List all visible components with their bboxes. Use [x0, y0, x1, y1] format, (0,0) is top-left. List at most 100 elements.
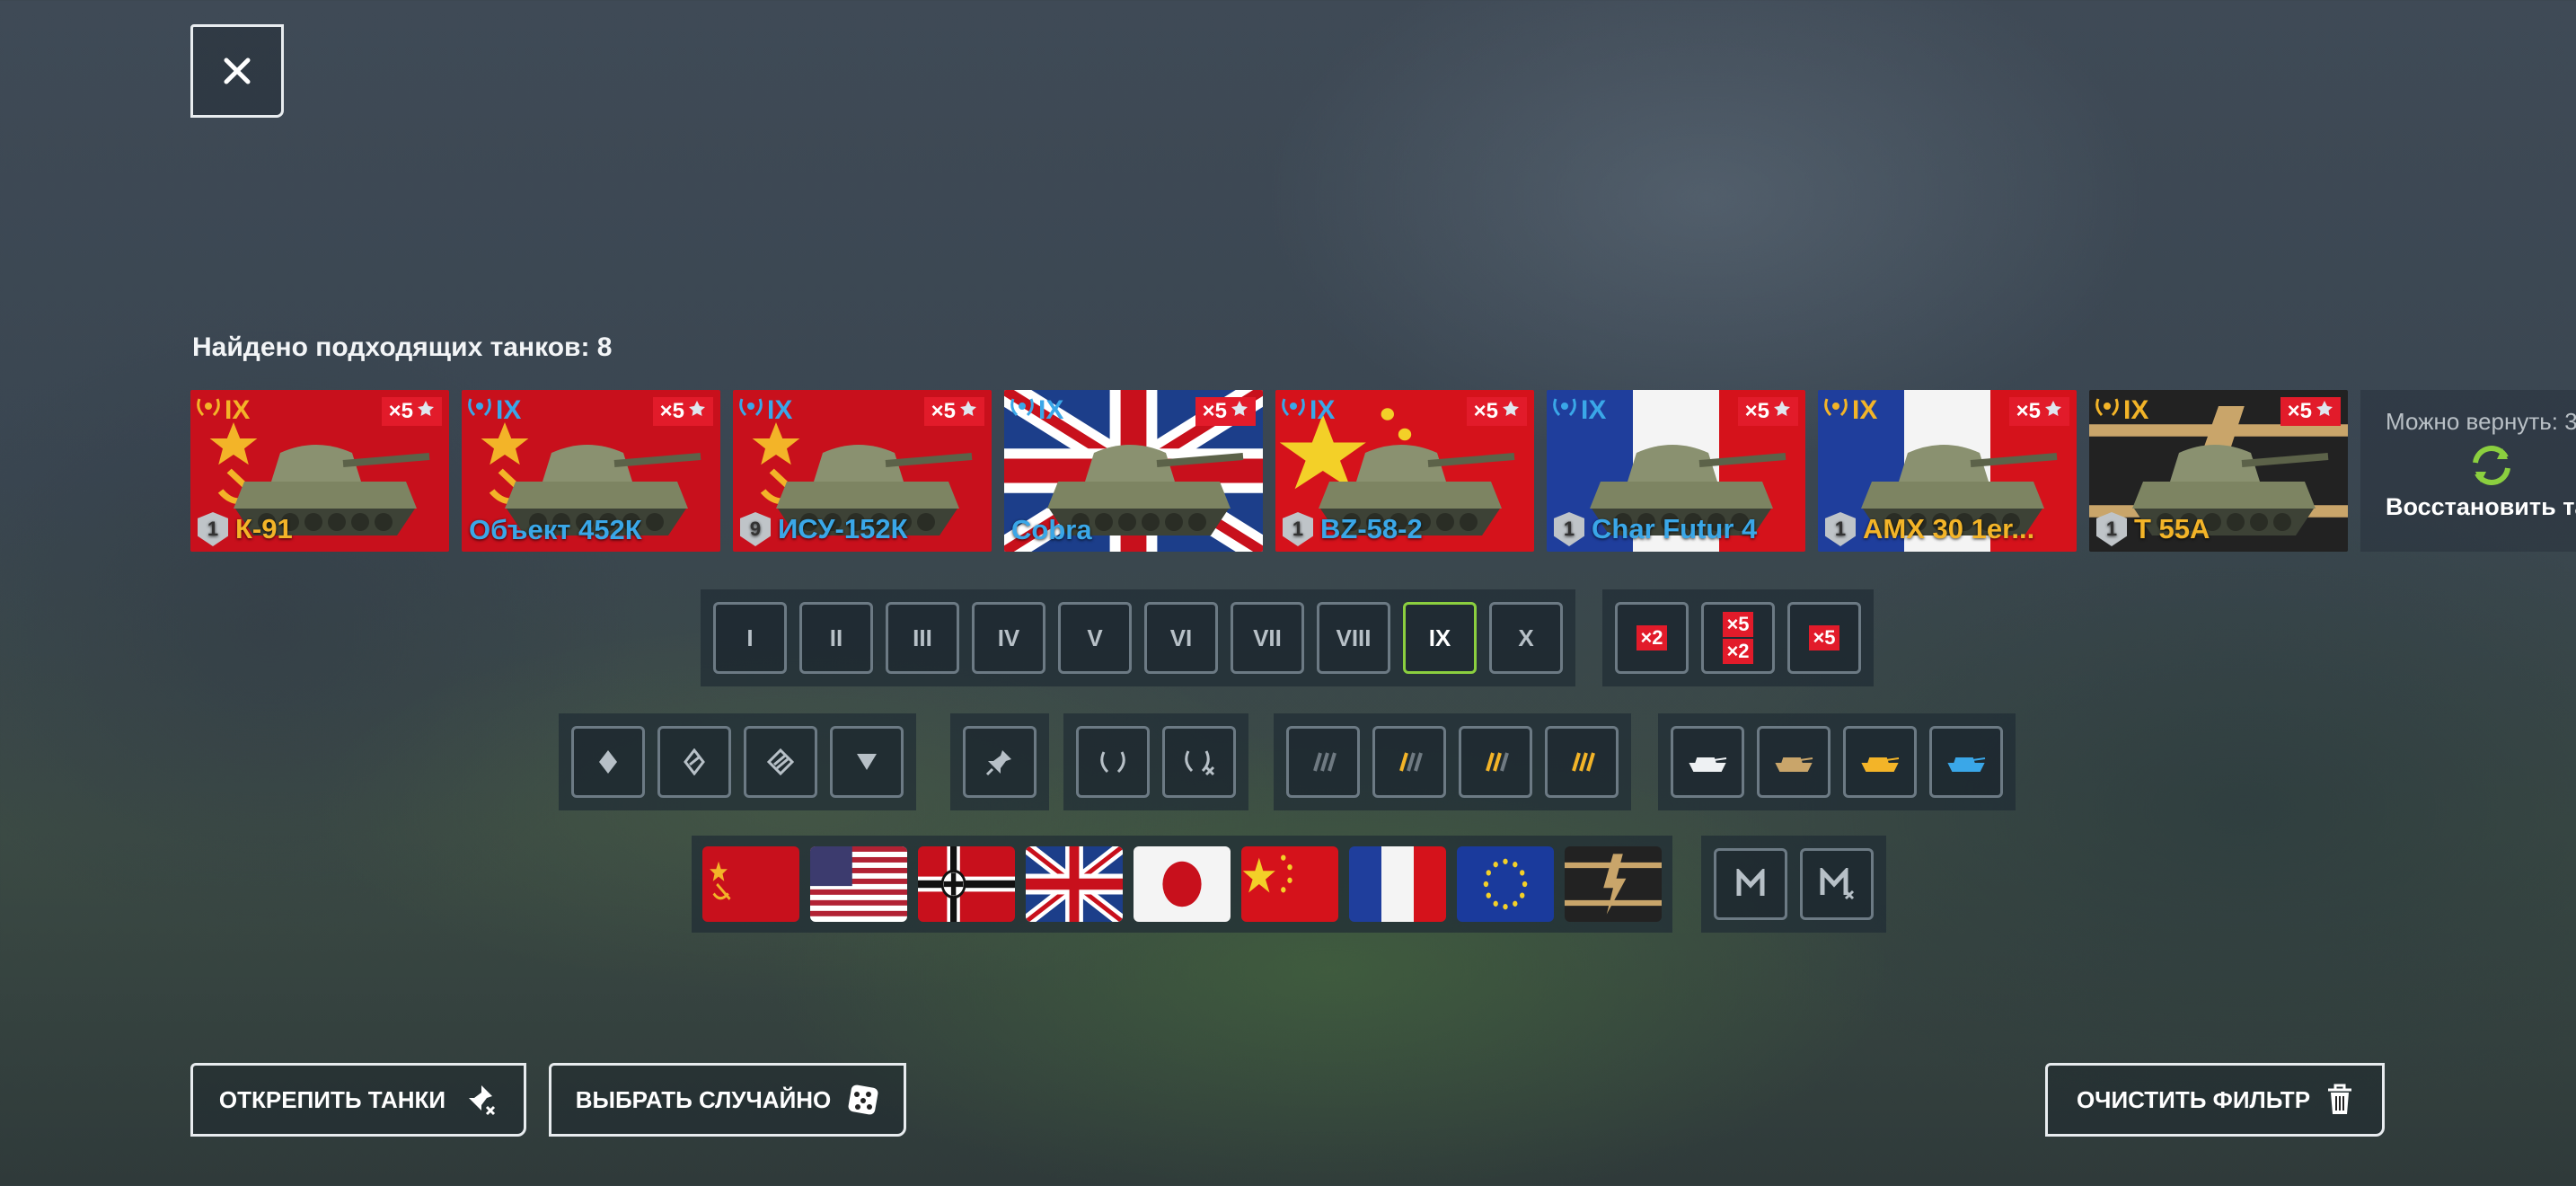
tank-card[interactable]: IX ×5 Cobra — [1004, 390, 1263, 552]
tank-name-label: ИСУ-152К — [778, 513, 908, 544]
nation-filter-mixed[interactable] — [1565, 846, 1662, 922]
multiplier-label: ×5 — [659, 399, 684, 423]
td-class-icon — [857, 754, 877, 770]
usa-flag-icon — [810, 846, 907, 922]
germany-flag-icon — [918, 846, 1015, 922]
star-icon — [2044, 399, 2062, 424]
star-icon — [417, 399, 435, 424]
multiplier-combo-filter[interactable]: ×5 ×2 — [1701, 602, 1775, 674]
multiplier-x5-label: ×5 — [1809, 625, 1839, 651]
tank-name-label: К-91 — [235, 513, 293, 544]
multiplier-combo-x2-label: ×2 — [1723, 639, 1753, 664]
multiplier-badge: ×5 — [2280, 397, 2341, 426]
laurel-icon — [1100, 751, 1125, 774]
tank-white-icon — [1689, 757, 1727, 772]
nation-filter-ussr[interactable] — [702, 846, 799, 922]
tank-card[interactable]: IX ×5 Объект 452К — [462, 390, 720, 552]
nation-filter-europe[interactable] — [1457, 846, 1554, 922]
type-event-filter[interactable] — [1929, 726, 2003, 798]
multiplier-x2-label: ×2 — [1636, 625, 1667, 651]
multiplier-badge: ×5 — [381, 397, 442, 426]
mastery-one-filter[interactable] — [1372, 726, 1446, 798]
tier-label: IX — [1852, 395, 1878, 425]
unpin-tanks-button[interactable]: ОТКРЕПИТЬ ТАНКИ — [190, 1063, 526, 1137]
tank-card[interactable]: IX ×5 1 T 55A — [2089, 390, 2348, 552]
tank-name-label: Объект 452К — [469, 514, 642, 545]
mastery-two-filter[interactable] — [1459, 726, 1532, 798]
tier-label: IX — [767, 395, 793, 425]
tank-card[interactable]: IX ×5 1 Char Futur 4 — [1547, 390, 1805, 552]
clear-filter-button[interactable]: ОЧИСТИТЬ ФИЛЬТР — [2045, 1063, 2385, 1137]
nation-filter-china[interactable] — [1241, 846, 1338, 922]
nation-filter-uk[interactable] — [1026, 846, 1123, 922]
tank-gold-icon — [1861, 757, 1900, 772]
tier-label: IX — [225, 395, 251, 425]
tank-tier: IX — [1823, 395, 1877, 426]
tier-filter-iv[interactable]: IV — [972, 602, 1045, 674]
type-regular-filter[interactable] — [1671, 726, 1744, 798]
type-collector-filter[interactable] — [1757, 726, 1831, 798]
tank-name-label: T 55A — [2134, 513, 2210, 544]
tier-filter-viii[interactable]: VIII — [1317, 602, 1390, 674]
close-icon — [224, 58, 251, 84]
multiplier-label: ×5 — [1202, 399, 1227, 423]
class-light-filter[interactable] — [571, 726, 645, 798]
type-premium-filter[interactable] — [1843, 726, 1917, 798]
tank-card[interactable]: IX ×5 1 AMX 30 1er... — [1818, 390, 2077, 552]
multiplier-label: ×5 — [931, 399, 956, 423]
tank-tier: IX — [1010, 395, 1063, 426]
multiplier-badge: ×5 — [652, 397, 713, 426]
tank-tier: IX — [1281, 395, 1335, 426]
level-badge: 1 — [1554, 512, 1584, 546]
tank-card[interactable]: IX ×5 1 BZ-58-2 — [1275, 390, 1534, 552]
laurel-icon — [1010, 395, 1035, 426]
class-heavy-filter[interactable] — [744, 726, 817, 798]
tank-name-label: Cobra — [1011, 514, 1092, 545]
tank-card[interactable]: IX ×5 9 ИСУ-152К — [733, 390, 992, 552]
level-badge: 1 — [1283, 512, 1313, 546]
star-icon — [1502, 399, 1520, 424]
mastery-none-filter[interactable] — [1286, 726, 1360, 798]
pin-filter-group — [950, 713, 1049, 810]
france-flag-icon — [1349, 846, 1446, 922]
module-m-filter[interactable] — [1714, 848, 1787, 920]
module-m-excluded-filter[interactable] — [1800, 848, 1874, 920]
tier-filter-group: I II III IV V VI VII VIII IX X — [701, 589, 1575, 686]
not-owned-filter[interactable] — [1162, 726, 1236, 798]
pinned-filter[interactable] — [963, 726, 1037, 798]
level-badge: 1 — [198, 512, 228, 546]
tier-filter-iii[interactable]: III — [886, 602, 959, 674]
random-select-button[interactable]: ВЫБРАТЬ СЛУЧАЙНО — [549, 1063, 906, 1137]
tank-list: IX ×5 1 К-91 IX ×5 Объект 452К IX ×5 9 ИСУ-152К … — [190, 390, 2576, 552]
tier-filter-i[interactable]: I — [713, 602, 787, 674]
multiplier-x5-filter[interactable]: ×5 — [1787, 602, 1861, 674]
tier-filter-vi[interactable]: VI — [1144, 602, 1218, 674]
star-icon — [959, 399, 977, 424]
nation-filter-usa[interactable] — [810, 846, 907, 922]
tank-name: 1 BZ-58-2 — [1283, 512, 1423, 546]
tank-card[interactable]: IX ×5 1 К-91 — [190, 390, 449, 552]
owned-filter[interactable] — [1076, 726, 1150, 798]
nation-filter-france[interactable] — [1349, 846, 1446, 922]
tank-name: Объект 452К — [469, 514, 642, 546]
close-button[interactable] — [190, 24, 284, 118]
tank-name: 9 ИСУ-152К — [740, 512, 908, 546]
nation-filter-germany[interactable] — [918, 846, 1015, 922]
restore-card[interactable]: Можно вернуть: 3 Восстановить та — [2360, 390, 2576, 552]
multiplier-badge: ×5 — [2008, 397, 2069, 426]
class-td-filter[interactable] — [830, 726, 904, 798]
trash-icon — [2328, 1084, 2352, 1114]
nation-filter-japan[interactable] — [1134, 846, 1231, 922]
china-flag-icon — [1241, 846, 1338, 922]
tier-filter-v[interactable]: V — [1058, 602, 1132, 674]
mastery-three-filter[interactable] — [1545, 726, 1619, 798]
multiplier-x2-filter[interactable]: ×2 — [1615, 602, 1689, 674]
heavy-class-icon — [767, 748, 794, 775]
tier-filter-x[interactable]: X — [1489, 602, 1563, 674]
tier-filter-vii[interactable]: VII — [1231, 602, 1304, 674]
class-medium-filter[interactable] — [657, 726, 731, 798]
tier-label: IX — [1038, 395, 1064, 425]
tier-filter-ii[interactable]: II — [799, 602, 873, 674]
tier-filter-ix[interactable]: IX — [1403, 602, 1477, 674]
tank-name-label: Char Futur 4 — [1592, 513, 1758, 544]
